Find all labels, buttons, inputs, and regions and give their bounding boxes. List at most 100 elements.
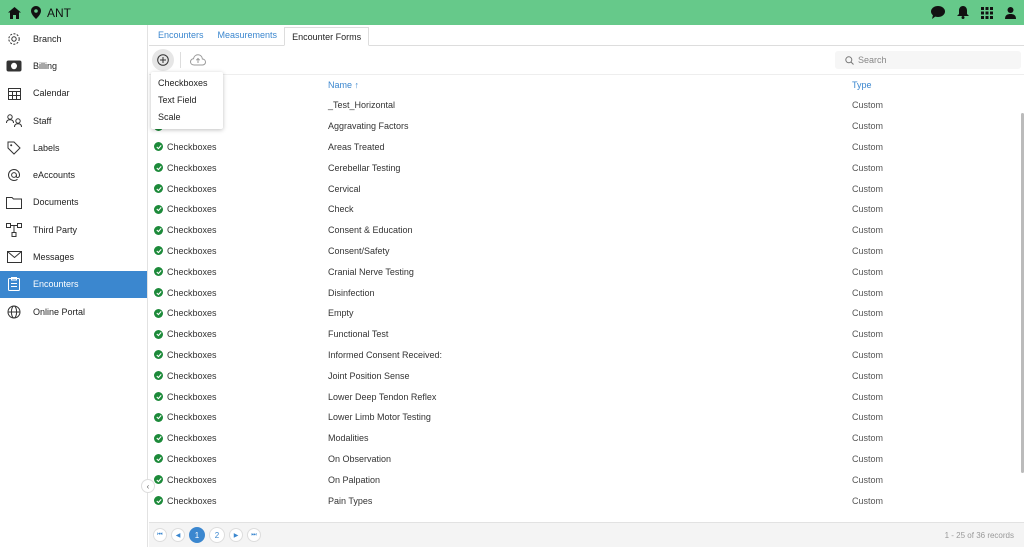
top-bar: ANT [0, 0, 1024, 25]
form-source-cell: Custom [852, 495, 884, 506]
form-name-cell: On Observation [328, 453, 392, 464]
form-type-label: Checkboxes [167, 141, 217, 152]
form-name-cell: Modalities [328, 433, 369, 444]
sidebar-item-calendar[interactable]: Calendar [0, 80, 147, 107]
search-box[interactable] [835, 51, 1021, 69]
sidebar-item-encounters[interactable]: Encounters [0, 270, 147, 298]
form-source-cell: Custom [852, 162, 884, 173]
plus-circle-icon [157, 54, 169, 66]
form-type-cell: Checkboxes [154, 184, 217, 194]
prev-page-button[interactable]: ◀ [171, 528, 185, 542]
table-row[interactable]: Checkboxes Consent/Safety Custom [149, 241, 1024, 262]
sidebar-item-staff[interactable]: Staff [0, 107, 147, 134]
table-row[interactable]: Checkboxes Lower Deep Tendon Reflex Custom [149, 386, 1024, 407]
tab-measurements[interactable]: Measurements [211, 26, 285, 45]
form-source-cell: Custom [852, 287, 884, 298]
sidebar-item-label: Messages [33, 252, 75, 263]
tab-encounter-forms[interactable]: Encounter Forms [284, 27, 370, 46]
table-row[interactable]: Checkboxes On Observation Custom [149, 449, 1024, 470]
form-type-cell: Checkboxes [154, 163, 217, 173]
record-count: 1 - 25 of 36 records [944, 530, 1014, 540]
tab-encounters[interactable]: Encounters [151, 26, 211, 45]
location-icon[interactable] [31, 6, 41, 19]
chat-icon[interactable] [931, 6, 945, 19]
table-row[interactable]: Checkboxes Pathological Reflexes Custom [149, 511, 1024, 517]
folder-icon [6, 194, 22, 210]
form-type-cell: Checkboxes [154, 142, 217, 152]
table-row[interactable]: Checkboxes Disinfection Custom [149, 282, 1024, 303]
table-row[interactable]: Checkboxes Joint Position Sense Custom [149, 365, 1024, 386]
sidebar-item-label: Labels [33, 142, 60, 153]
dropdown-item-checkboxes[interactable]: Checkboxes [151, 75, 223, 92]
scrollbar[interactable] [1019, 95, 1024, 475]
gear-icon [6, 31, 22, 47]
search-input[interactable] [858, 55, 1008, 65]
form-type-cell: Checkboxes [154, 329, 217, 339]
form-name-cell: Disinfection [328, 287, 375, 298]
grid-icon[interactable] [981, 6, 993, 19]
form-type-cell: Checkboxes [154, 454, 217, 464]
globe-icon [6, 304, 22, 320]
check-circle-icon [154, 246, 163, 256]
last-page-button[interactable]: ⏭ [247, 528, 261, 542]
form-source-cell: Custom [852, 516, 883, 517]
form-name-cell: Check [328, 204, 354, 215]
table-row[interactable]: Checkboxes Cerebellar Testing Custom [149, 157, 1024, 178]
table-row[interactable]: Checkboxes_Test_HorizontalCustom [149, 95, 1024, 116]
column-header-type[interactable]: Type [852, 80, 872, 90]
form-name-cell: Empty [328, 308, 354, 319]
add-form-dropdown: Checkboxes Text Field Scale [151, 72, 223, 129]
sidebar-item-messages[interactable]: Messages [0, 243, 147, 270]
dropdown-item-scale[interactable]: Scale [151, 109, 223, 126]
table-row[interactable]: Checkboxes Informed Consent Received: Cust… [149, 345, 1024, 366]
table-row[interactable]: Checkboxes Check Custom [149, 199, 1024, 220]
form-type-cell: Checkboxes [154, 516, 217, 517]
sidebar-item-billing[interactable]: Billing [0, 52, 147, 79]
dropdown-item-text-field[interactable]: Text Field [151, 92, 223, 109]
branch-name[interactable]: ANT [47, 6, 71, 20]
check-circle-icon [154, 350, 163, 360]
table-row[interactable]: Checkboxes Consent & Education Custom [149, 220, 1024, 241]
sidebar-item-label: Online Portal [33, 306, 86, 317]
column-header-name[interactable]: Name ↑ [328, 80, 359, 90]
page-2-button[interactable]: 2 [209, 527, 225, 543]
table-row[interactable]: Checkboxes Lower Limb Motor Testing Custom [149, 407, 1024, 428]
form-type-cell: Checkboxes [154, 496, 217, 506]
home-icon[interactable] [8, 6, 21, 19]
check-circle-icon [154, 204, 163, 214]
page-1-button[interactable]: 1 [189, 527, 205, 543]
table-row[interactable]: Checkboxes Pain Types Custom [149, 490, 1024, 511]
form-type-label: Checkboxes [167, 266, 217, 277]
upload-button[interactable] [187, 49, 209, 71]
table-row[interactable]: Checkboxes Cervical Custom [149, 178, 1024, 199]
form-type-label: Checkboxes [167, 412, 217, 423]
sidebar-item-labels[interactable]: Labels [0, 134, 147, 161]
first-page-button[interactable]: ⏮ [153, 528, 167, 542]
table-row[interactable]: Checkboxes Empty Custom [149, 303, 1024, 324]
table-row[interactable]: Checkboxes Areas Treated Custom [149, 137, 1024, 158]
table-row[interactable]: Checkboxes On Palpation Custom [149, 469, 1024, 490]
add-form-button[interactable] [152, 49, 174, 71]
network-icon [6, 222, 22, 238]
next-page-button[interactable]: ▶ [229, 528, 243, 542]
sidebar-item-online-portal[interactable]: Online Portal [0, 298, 147, 325]
sidebar-item-documents[interactable]: Documents [0, 189, 147, 216]
user-icon[interactable] [1005, 6, 1016, 19]
sidebar-item-third-party[interactable]: Third Party [0, 216, 147, 243]
table-row[interactable]: CheckboxesAggravating FactorsCustom [149, 116, 1024, 137]
table-row[interactable]: Checkboxes Modalities Custom [149, 428, 1024, 449]
table-row[interactable]: Checkboxes Cranial Nerve Testing Custom [149, 261, 1024, 282]
sidebar-item-eaccounts[interactable]: eAccounts [0, 161, 147, 188]
form-name-cell: Consent & Education [328, 225, 413, 236]
tag-icon [6, 140, 22, 156]
sidebar-item-label: Billing [33, 60, 58, 71]
form-type-label: Checkboxes [167, 474, 217, 485]
form-type-label: Checkboxes [167, 370, 217, 381]
toolbar [149, 46, 1024, 75]
bell-icon[interactable] [957, 6, 969, 19]
form-type-label: Checkboxes [167, 204, 217, 215]
form-type-label: Checkboxes [167, 453, 217, 464]
form-name-cell: Cervical [328, 183, 361, 194]
table-row[interactable]: Checkboxes Functional Test Custom [149, 324, 1024, 345]
sidebar-item-branch[interactable]: Branch [0, 25, 147, 52]
